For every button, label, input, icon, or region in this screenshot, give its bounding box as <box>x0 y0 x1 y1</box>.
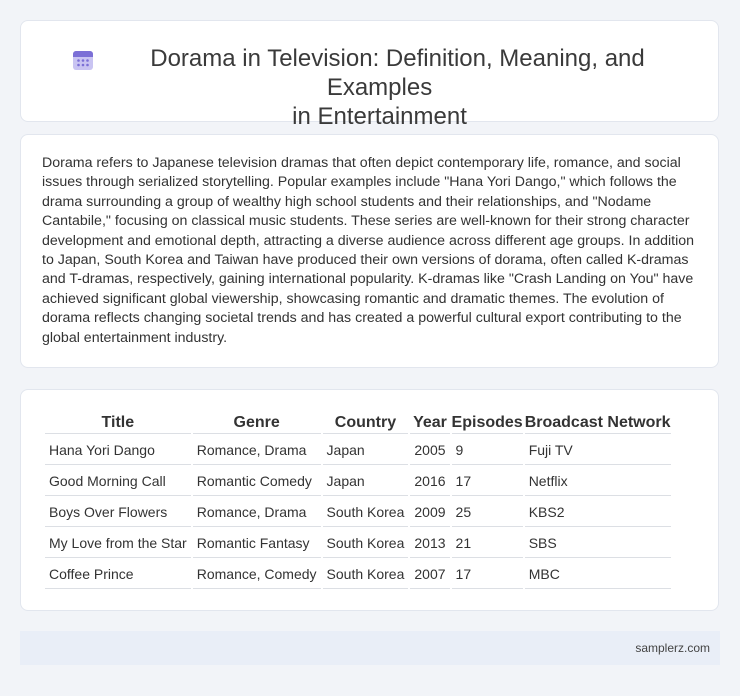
cell-network: Netflix <box>524 467 671 496</box>
page-title: Dorama in Television: Definition, Meanin… <box>61 44 698 131</box>
cell-country: South Korea <box>322 498 409 527</box>
cell-genre: Romance, Drama <box>192 498 321 527</box>
cell-year: 2007 <box>410 560 450 589</box>
column-header-country: Country <box>322 414 409 434</box>
column-header-genre: Genre <box>192 414 321 434</box>
column-header-year: Year <box>410 414 450 434</box>
cell-country: South Korea <box>322 529 409 558</box>
cell-network: SBS <box>524 529 671 558</box>
cell-country: Japan <box>322 436 409 465</box>
cell-episodes: 17 <box>451 560 523 589</box>
cell-country: Japan <box>322 467 409 496</box>
cell-year: 2016 <box>410 467 450 496</box>
footer-bar: samplerz.com <box>20 631 720 665</box>
cell-title: Coffee Prince <box>45 560 191 589</box>
cell-title: My Love from the Star <box>45 529 191 558</box>
cell-genre: Romance, Comedy <box>192 560 321 589</box>
column-header-title: Title <box>45 414 191 434</box>
cell-genre: Romantic Comedy <box>192 467 321 496</box>
cell-episodes: 9 <box>451 436 523 465</box>
description-text: Dorama refers to Japanese television dra… <box>42 155 695 346</box>
drama-table: Title Genre Country Year Episodes Broadc… <box>43 412 673 591</box>
table-row: Good Morning Call Romantic Comedy Japan … <box>45 467 671 496</box>
title-card: Dorama in Television: Definition, Meanin… <box>20 20 719 130</box>
table-row: Boys Over Flowers Romance, Drama South K… <box>45 498 671 527</box>
page-title-line2: in Entertainment <box>292 103 467 130</box>
table-row: Hana Yori Dango Romance, Drama Japan 200… <box>45 436 671 465</box>
description-card: Dorama refers to Japanese television dra… <box>20 134 719 368</box>
cell-episodes: 25 <box>451 498 523 527</box>
cell-network: KBS2 <box>524 498 671 527</box>
table-row: My Love from the Star Romantic Fantasy S… <box>45 529 671 558</box>
cell-year: 2005 <box>410 436 450 465</box>
cell-title: Boys Over Flowers <box>45 498 191 527</box>
table-row: Coffee Prince Romance, Comedy South Kore… <box>45 560 671 589</box>
table-card: Title Genre Country Year Episodes Broadc… <box>20 389 719 611</box>
page-title-line1: Dorama in Television: Definition, Meanin… <box>150 45 645 101</box>
cell-country: South Korea <box>322 560 409 589</box>
cell-episodes: 21 <box>451 529 523 558</box>
cell-network: MBC <box>524 560 671 589</box>
footer-site-link[interactable]: samplerz.com <box>635 641 710 655</box>
cell-year: 2013 <box>410 529 450 558</box>
cell-title: Good Morning Call <box>45 467 191 496</box>
column-header-episodes: Episodes <box>451 414 523 434</box>
cell-episodes: 17 <box>451 467 523 496</box>
cell-title: Hana Yori Dango <box>45 436 191 465</box>
cell-network: Fuji TV <box>524 436 671 465</box>
cell-year: 2009 <box>410 498 450 527</box>
table-header-row: Title Genre Country Year Episodes Broadc… <box>45 414 671 434</box>
cell-genre: Romance, Drama <box>192 436 321 465</box>
column-header-network: Broadcast Network <box>524 414 671 434</box>
cell-genre: Romantic Fantasy <box>192 529 321 558</box>
